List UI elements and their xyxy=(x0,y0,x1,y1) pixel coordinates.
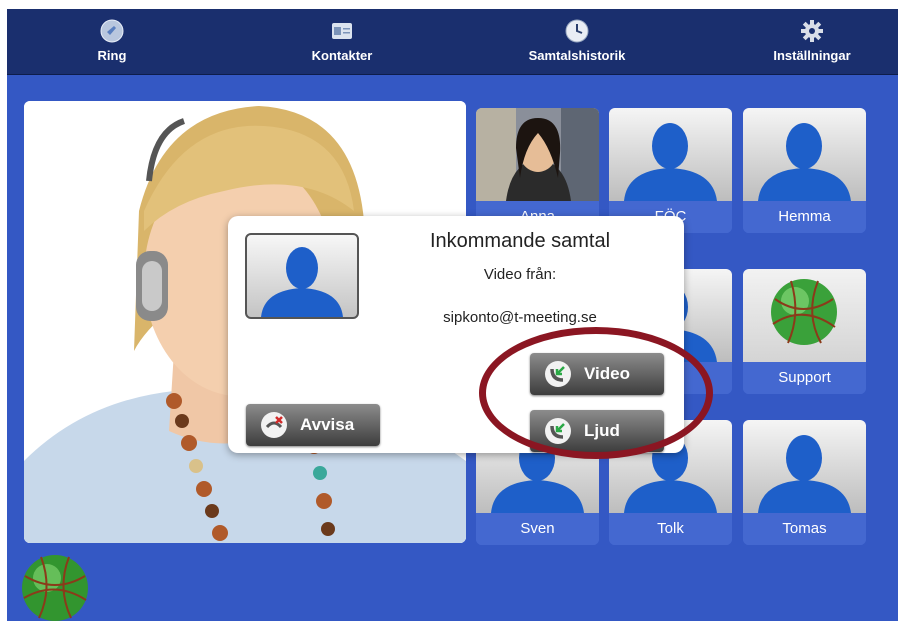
contact-tile-tomas[interactable]: Tomas xyxy=(743,420,866,545)
decline-call-icon xyxy=(261,412,287,438)
dialog-title: Inkommande samtal xyxy=(429,230,611,252)
contact-name: Tomas xyxy=(743,513,866,545)
contact-name: Sven xyxy=(476,513,599,545)
nav-contacts[interactable]: Kontakter xyxy=(292,9,392,74)
decline-button-label: Avvisa xyxy=(300,415,355,434)
nav-settings[interactable]: Inställningar xyxy=(752,9,872,74)
decline-button[interactable]: Avvisa xyxy=(246,404,380,446)
anna-photo xyxy=(476,108,599,201)
nav-ring[interactable]: Ring xyxy=(62,9,162,74)
app-window: Ring Kontakter Samtalshistorik Inställni… xyxy=(7,9,898,621)
nav-settings-label: Inställningar xyxy=(773,48,851,63)
highlight-ring-annotation xyxy=(479,327,713,459)
support-globe-icon xyxy=(771,279,837,345)
caller-avatar xyxy=(245,233,359,319)
contact-tile-foc[interactable]: FÖC xyxy=(609,108,732,233)
call-icon xyxy=(100,19,124,43)
contact-name: Support xyxy=(743,362,866,394)
dialog-subtitle: Video från: xyxy=(483,266,557,283)
caller-address: sipkonto@t-meeting.se xyxy=(443,309,597,326)
contact-name: Tolk xyxy=(609,513,732,545)
default-avatar-icon xyxy=(261,247,343,317)
clock-icon xyxy=(565,19,589,43)
gear-icon xyxy=(801,20,823,42)
top-navigation-bar: Ring Kontakter Samtalshistorik Inställni… xyxy=(7,9,898,75)
contacts-card-icon xyxy=(332,23,352,39)
contact-tile-support[interactable]: Support xyxy=(743,269,866,394)
nav-contacts-label: Kontakter xyxy=(311,48,373,63)
nav-ring-label: Ring xyxy=(97,48,127,63)
contact-name: Hemma xyxy=(743,201,866,233)
contact-tile-anna[interactable]: Anna xyxy=(476,108,599,233)
nav-call-history-label: Samtalshistorik xyxy=(528,48,626,63)
nav-call-history[interactable]: Samtalshistorik xyxy=(509,9,645,74)
default-avatar-icon xyxy=(624,123,717,201)
globe-logo-icon[interactable] xyxy=(21,554,89,621)
default-avatar-icon xyxy=(758,435,851,513)
contact-tile-hemma[interactable]: Hemma xyxy=(743,108,866,233)
default-avatar-icon xyxy=(758,123,851,201)
